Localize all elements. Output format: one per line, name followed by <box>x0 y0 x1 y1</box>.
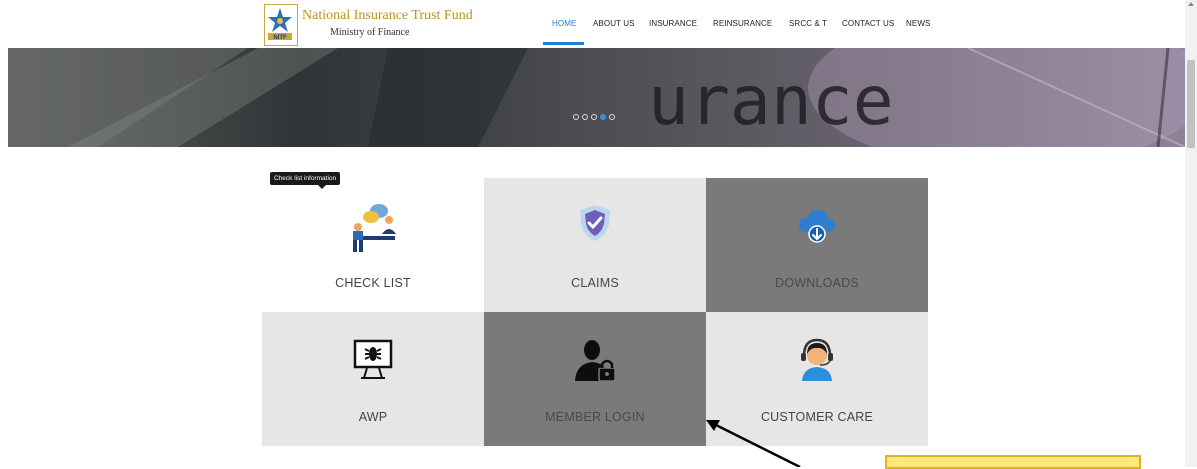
scroll-up-arrow-icon[interactable] <box>1188 2 1194 6</box>
nav-home[interactable]: HOME <box>552 19 576 28</box>
nitf-logo[interactable]: NITF <box>264 4 298 46</box>
check-list-tooltip: Check list information <box>270 172 341 189</box>
tile-label: CLAIMS <box>571 276 619 290</box>
nav-insurance[interactable]: INSURANCE <box>649 19 697 28</box>
tile-label: CHECK LIST <box>335 276 411 290</box>
carousel-dot[interactable] <box>591 114 597 120</box>
carousel-dot[interactable] <box>582 114 588 120</box>
scroll-thumb[interactable] <box>1187 60 1195 148</box>
star-emblem-icon: NITF <box>265 5 295 43</box>
tile-label: MEMBER LOGIN <box>545 410 645 424</box>
nav-news[interactable]: NEWS <box>906 19 930 28</box>
banner-text: urance <box>648 62 894 141</box>
carousel-dot-active[interactable] <box>600 114 606 120</box>
tile-claims[interactable]: CLAIMS <box>484 178 706 312</box>
tile-member-login[interactable]: MEMBER LOGIN <box>484 312 706 446</box>
cloud-download-icon <box>797 206 837 249</box>
tile-downloads[interactable]: DOWNLOADS <box>706 178 928 312</box>
people-chat-icon <box>349 202 397 259</box>
banner-image: urance <box>8 48 1185 147</box>
brand-title[interactable]: National Insurance Trust Fund <box>302 8 473 24</box>
headset-agent-icon <box>796 338 838 387</box>
hero-banner: urance <box>8 48 1185 147</box>
tile-label: DOWNLOADS <box>775 276 859 290</box>
tile-label: CUSTOMER CARE <box>760 410 874 424</box>
carousel-dot[interactable] <box>609 114 615 120</box>
monitor-bug-icon <box>352 338 394 387</box>
tile-awp[interactable]: AWP <box>262 312 484 446</box>
user-lock-icon <box>573 338 617 387</box>
shield-check-icon <box>578 204 612 247</box>
tile-check-list[interactable]: CHECK LIST <box>262 178 484 312</box>
nav-reinsurance[interactable]: REINSURANCE <box>713 19 772 28</box>
nav-contact-us[interactable]: CONTACT US <box>842 19 894 28</box>
nav-srcc-t[interactable]: SRCC & T <box>789 19 827 28</box>
site-header: NITF National Insurance Trust Fund Minis… <box>0 0 1185 48</box>
carousel-dot[interactable] <box>573 114 579 120</box>
nav-about-us[interactable]: ABOUT US <box>593 19 635 28</box>
brand-subtitle: Ministry of Finance <box>330 27 410 38</box>
page-scrollbar[interactable] <box>1185 0 1197 467</box>
nav-active-indicator <box>543 42 584 45</box>
svg-text:NITF: NITF <box>273 35 287 41</box>
tile-label: AWP <box>358 410 388 424</box>
tile-customer-care[interactable]: CUSTOMER CARE <box>706 312 928 446</box>
